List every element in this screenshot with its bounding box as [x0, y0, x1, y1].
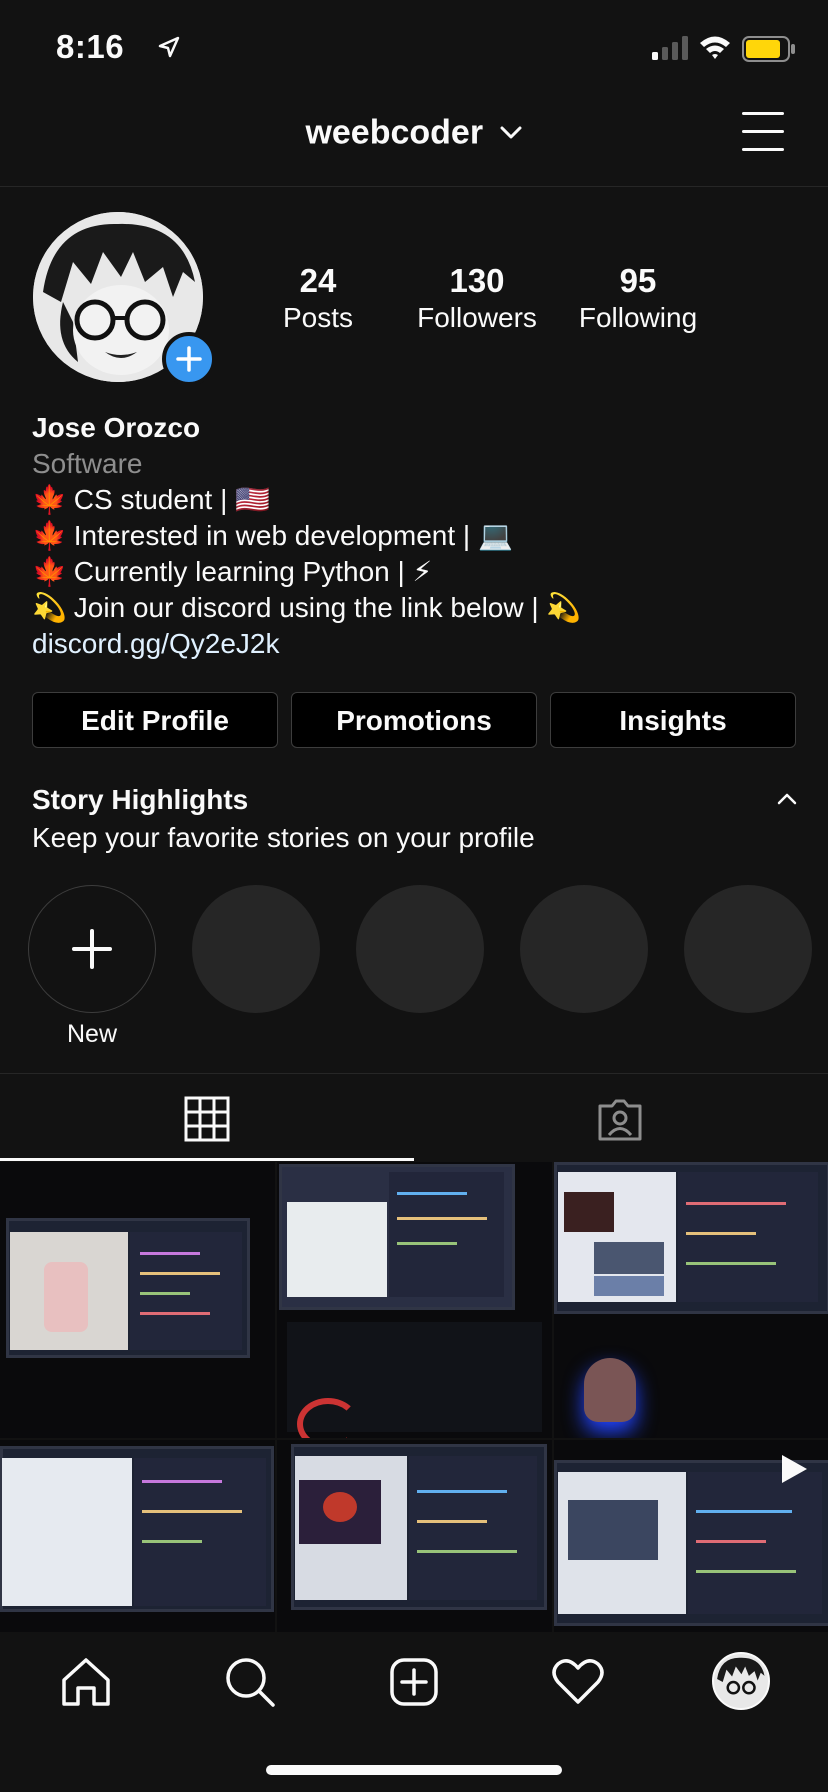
- cellular-signal-icon: [652, 36, 688, 60]
- post-thumbnail[interactable]: [0, 1162, 275, 1438]
- highlight-placeholder: [192, 885, 320, 1013]
- video-play-icon: [782, 1455, 807, 1483]
- stat-value: 95: [619, 262, 657, 299]
- profile-username-switcher[interactable]: weebcoder: [0, 112, 828, 153]
- battery-icon: [742, 36, 795, 62]
- stat-label: Posts: [282, 302, 354, 333]
- bio-text: Interested in web development | 💻: [73, 520, 513, 551]
- chevron-down-icon: [500, 126, 522, 139]
- bio-text: Currently learning Python | ⚡: [73, 556, 433, 587]
- bio-text: CS student | 🇺🇸: [73, 484, 270, 515]
- search-icon[interactable]: [220, 1652, 280, 1712]
- heart-icon[interactable]: [548, 1652, 608, 1712]
- grid-icon: [184, 1096, 230, 1142]
- post-thumbnail[interactable]: [277, 1162, 552, 1438]
- profile-bio: Jose Orozco Software 🍁 CS student | 🇺🇸 🍁…: [32, 410, 802, 662]
- post-thumbnail[interactable]: [277, 1440, 552, 1632]
- home-indicator: [266, 1765, 562, 1775]
- stat-value: 24: [299, 262, 337, 299]
- stat-posts[interactable]: 24 Posts: [243, 262, 393, 336]
- promotions-button[interactable]: Promotions: [291, 692, 537, 748]
- bio-line: 🍁 Interested in web development | 💻: [32, 518, 802, 554]
- menu-hamburger-icon[interactable]: [742, 112, 784, 151]
- insights-button[interactable]: Insights: [550, 692, 796, 748]
- person-tag-icon: [598, 1099, 642, 1141]
- profile-avatar-icon[interactable]: [712, 1652, 770, 1710]
- stat-label: Following: [578, 302, 698, 333]
- post-thumbnail[interactable]: [554, 1162, 828, 1438]
- tab-grid-posts[interactable]: [0, 1074, 414, 1164]
- highlight-placeholder: [520, 885, 648, 1013]
- add-story-button[interactable]: [162, 332, 216, 386]
- highlights-subtitle: Keep your favorite stories on your profi…: [32, 822, 535, 853]
- edit-profile-button[interactable]: Edit Profile: [32, 692, 278, 748]
- bio-line: 🍁 Currently learning Python | ⚡: [32, 554, 802, 590]
- chevron-up-icon[interactable]: [776, 792, 798, 806]
- highlight-placeholder: [356, 885, 484, 1013]
- new-highlight-button[interactable]: [28, 885, 156, 1013]
- plus-icon: [176, 346, 202, 372]
- avatar-mini-illustration: [717, 1657, 765, 1695]
- profile-name: Jose Orozco: [32, 412, 201, 443]
- bio-emoji: 🍁: [32, 556, 67, 587]
- highlights-title: Story Highlights: [32, 784, 249, 815]
- home-icon[interactable]: [56, 1652, 116, 1712]
- new-post-icon[interactable]: [384, 1652, 444, 1712]
- stat-followers[interactable]: 130 Followers: [402, 262, 552, 336]
- plus-icon: [72, 929, 112, 969]
- profile-category: Software: [32, 448, 143, 479]
- stat-following[interactable]: 95 Following: [563, 262, 713, 336]
- new-highlight-label: New: [66, 1020, 117, 1048]
- stat-value: 130: [449, 262, 505, 299]
- wifi-icon: [700, 36, 730, 59]
- bio-line: 🍁 CS student | 🇺🇸: [32, 482, 802, 518]
- header-divider: [0, 186, 828, 187]
- bio-text: Join our discord using the link below | …: [73, 592, 582, 623]
- highlight-placeholder: [684, 885, 812, 1013]
- status-time: 8:16: [56, 28, 125, 65]
- post-thumbnail[interactable]: [0, 1440, 275, 1632]
- stat-label: Followers: [417, 302, 537, 333]
- tab-tagged-posts[interactable]: [414, 1074, 828, 1164]
- bio-emoji: 🍁: [32, 484, 67, 515]
- bio-emoji: 💫: [32, 592, 67, 623]
- bio-emoji: 🍁: [32, 520, 67, 551]
- username: weebcoder: [305, 113, 484, 152]
- bio-link[interactable]: discord.gg/Qy2eJ2k: [32, 626, 802, 662]
- bio-line: 💫 Join our discord using the link below …: [32, 590, 802, 626]
- location-arrow-icon: [158, 36, 180, 58]
- active-tab-indicator: [0, 1158, 414, 1161]
